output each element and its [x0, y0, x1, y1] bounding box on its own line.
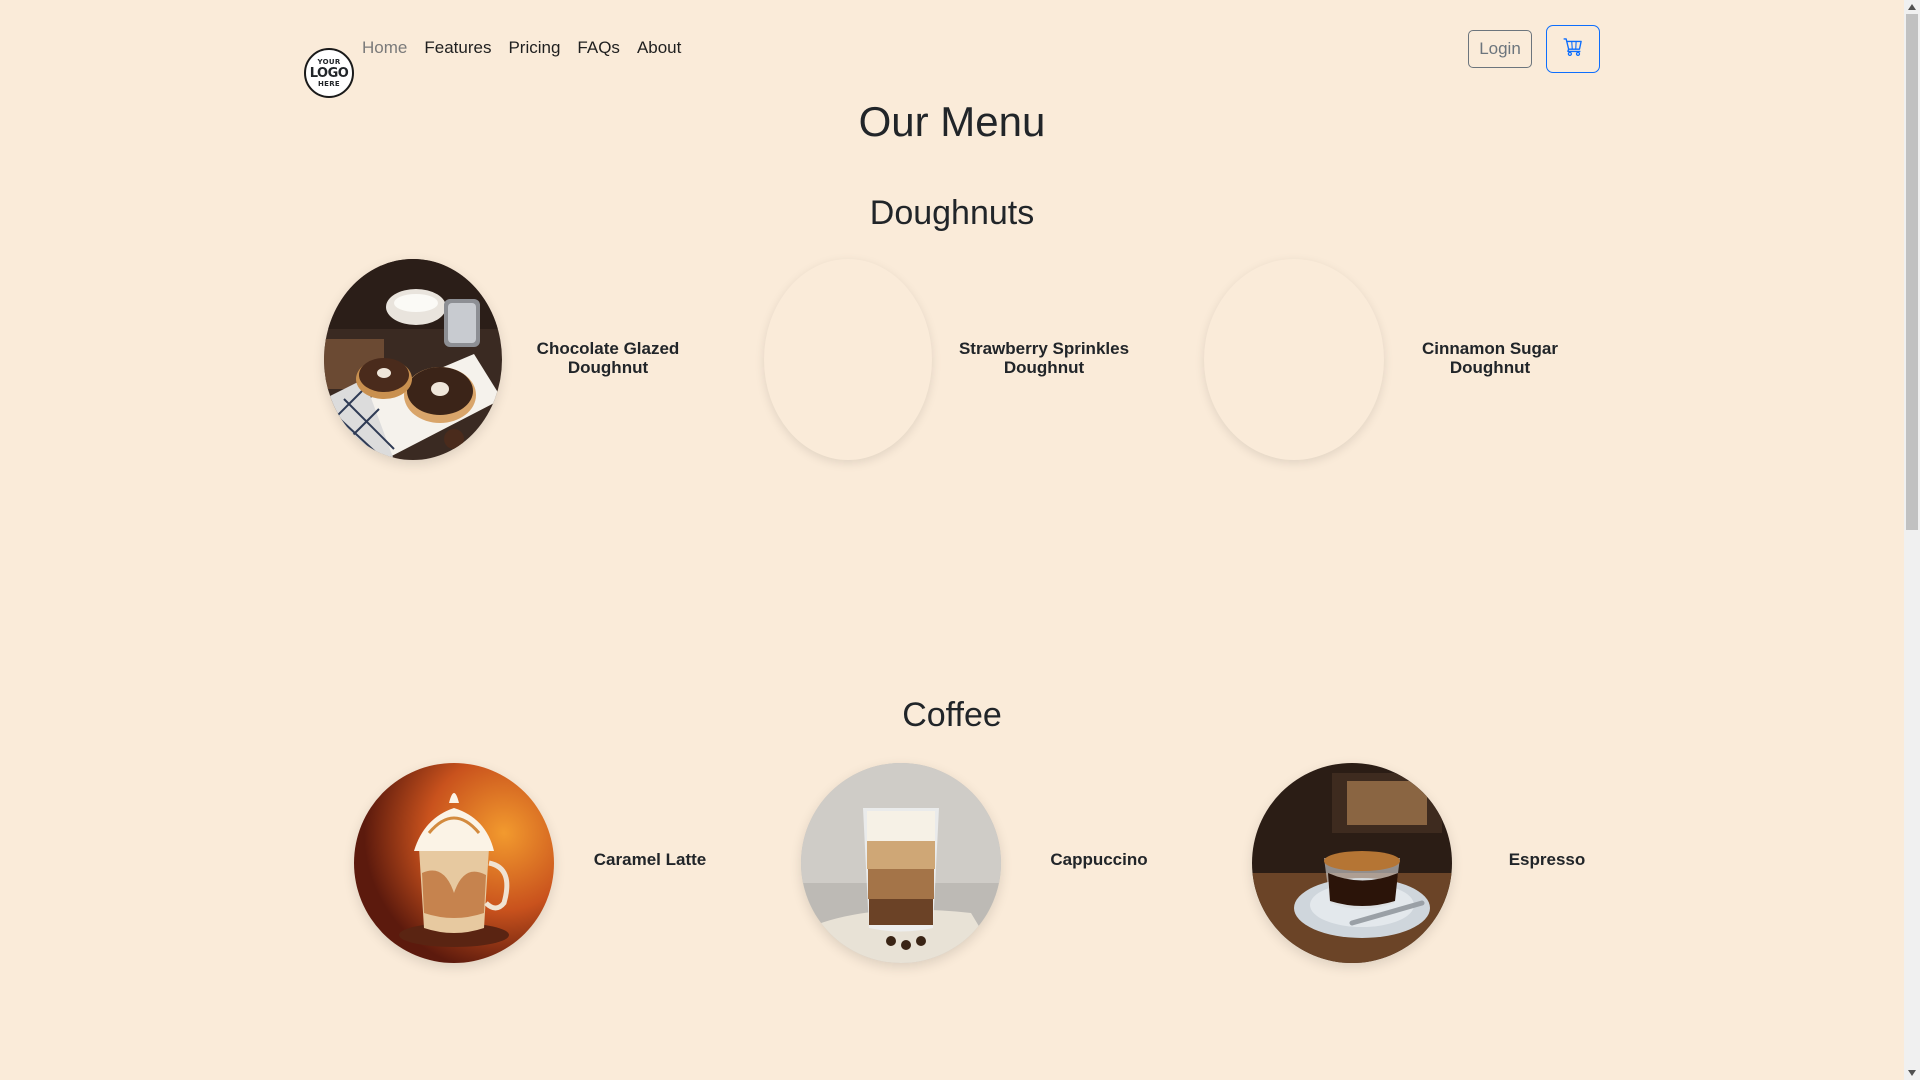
item-label-espresso: Espresso	[1457, 850, 1637, 869]
strawberry-doughnut-image	[764, 259, 932, 460]
nav-pricing[interactable]: Pricing	[508, 38, 560, 58]
item-label-line: Doughnut	[1449, 358, 1531, 377]
section-title-doughnuts: Doughnuts	[869, 194, 1035, 232]
scroll-up-arrow-icon[interactable]	[1904, 0, 1920, 14]
item-label-line: Cappuccino	[1050, 850, 1148, 869]
nav-faqs[interactable]: FAQs	[577, 38, 620, 58]
espresso-image	[1252, 763, 1452, 963]
login-button[interactable]: Login	[1468, 30, 1532, 68]
scroll-down-arrow-icon[interactable]	[1904, 1066, 1920, 1080]
item-label-line: Doughnut	[1003, 358, 1085, 377]
caramel-latte-image	[354, 763, 554, 963]
page-title: Our Menu	[858, 98, 1046, 145]
nav-links: Home Features Pricing FAQs About	[362, 38, 698, 58]
item-label-line: Doughnut	[567, 358, 649, 377]
item-label-line: Caramel Latte	[593, 850, 707, 869]
item-label-chocolate-glazed: Chocolate Glazed Doughnut	[508, 339, 708, 377]
page: YOUR LOGO HERE Home Features Pricing FAQ…	[0, 0, 1920, 1080]
nav-home[interactable]: Home	[362, 38, 407, 58]
item-label-line: Cinnamon Sugar	[1421, 339, 1558, 358]
logo-text-middle: LOGO	[309, 65, 349, 81]
item-label-strawberry-sprinkles: Strawberry Sprinkles Doughnut	[944, 339, 1144, 377]
item-label-cinnamon-sugar: Cinnamon Sugar Doughnut	[1390, 339, 1590, 377]
scrollbar-thumb[interactable]	[1906, 14, 1918, 530]
item-label-line: Chocolate Glazed	[536, 339, 680, 358]
navbar: YOUR LOGO HERE Home Features Pricing FAQ…	[0, 0, 1904, 100]
item-label-line: Strawberry Sprinkles	[958, 339, 1130, 358]
nav-about[interactable]: About	[637, 38, 681, 58]
cart-button[interactable]	[1546, 25, 1600, 73]
vertical-scrollbar[interactable]	[1904, 0, 1920, 1080]
item-label-cappuccino: Cappuccino	[1009, 850, 1189, 869]
logo-text-bottom: HERE	[317, 79, 340, 88]
login-button-label: Login	[1479, 39, 1521, 58]
item-label-line: Espresso	[1508, 850, 1586, 869]
item-label-caramel-latte: Caramel Latte	[560, 850, 740, 869]
cappuccino-image	[801, 763, 1001, 963]
logo[interactable]: YOUR LOGO HERE	[304, 48, 354, 98]
nav-features[interactable]: Features	[424, 38, 491, 58]
cart-icon	[1563, 37, 1583, 62]
cinnamon-doughnut-image	[1204, 259, 1384, 460]
logo-text-top: YOUR	[317, 57, 341, 66]
section-title-coffee: Coffee	[902, 696, 1002, 734]
chocolate-doughnut-image	[324, 259, 502, 460]
